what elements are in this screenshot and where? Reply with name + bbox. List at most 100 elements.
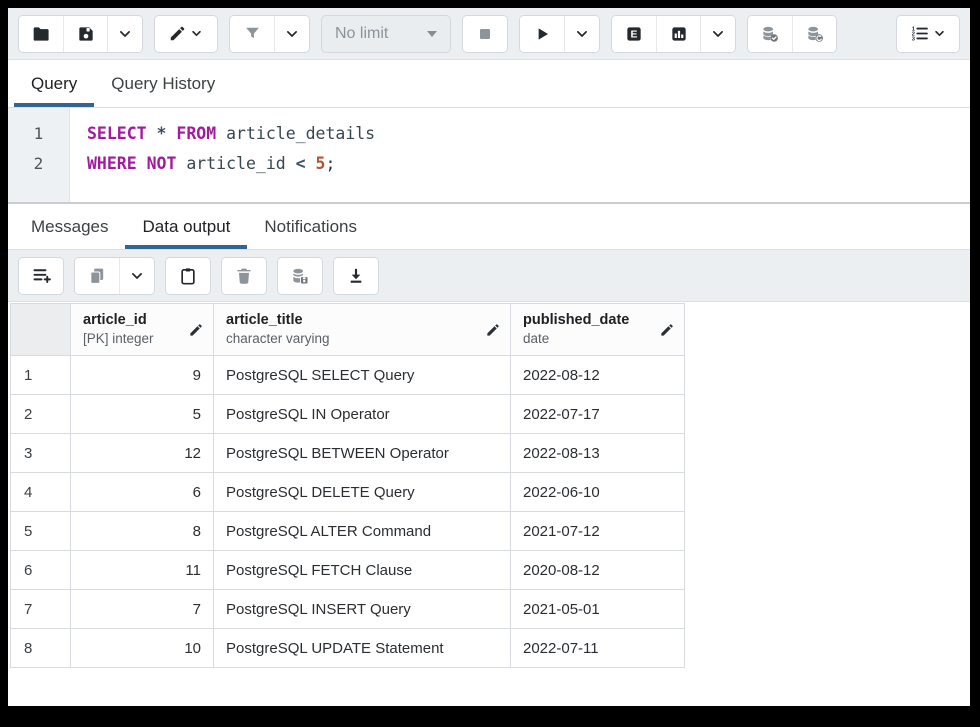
copy-options-dropdown[interactable]	[119, 257, 154, 294]
grid-cell-published_date[interactable]: 2022-08-13	[510, 433, 685, 473]
paste-button[interactable]	[166, 257, 210, 294]
grid-cell-published_date[interactable]: 2022-08-12	[510, 355, 685, 395]
row-number-cell[interactable]: 1	[10, 355, 71, 395]
svg-text:3: 3	[912, 36, 915, 42]
add-row-button[interactable]	[19, 257, 63, 294]
grid-cell-article_title[interactable]: PostgreSQL UPDATE Statement	[213, 628, 511, 668]
row-number-cell[interactable]: 2	[10, 394, 71, 434]
grid-cell-article_id[interactable]: 5	[70, 394, 214, 434]
grid-cell-article_title[interactable]: PostgreSQL ALTER Command	[213, 511, 511, 551]
tab-notifications-label: Notifications	[264, 216, 357, 236]
column-header-article_id[interactable]: article_id [PK] integer	[70, 303, 214, 356]
edit-icon	[168, 24, 187, 43]
tab-messages-label: Messages	[31, 216, 109, 236]
grid-cell-article_id[interactable]: 7	[70, 589, 214, 629]
explain-analyze-button[interactable]	[656, 15, 700, 52]
cancel-query-button[interactable]	[463, 15, 507, 52]
filter-options-dropdown[interactable]	[274, 15, 309, 52]
tab-query-history[interactable]: Query History	[94, 60, 232, 107]
grid-cell-article_title[interactable]: PostgreSQL DELETE Query	[213, 472, 511, 512]
explain-button-group: E	[611, 14, 736, 53]
editor-tabbar: Query Query History	[8, 60, 970, 108]
file-button-group	[18, 14, 143, 53]
copy-icon	[87, 266, 107, 286]
save-file-button[interactable]	[63, 15, 107, 52]
grid-cell-published_date[interactable]: 2022-07-17	[510, 394, 685, 434]
execute-options-dropdown[interactable]	[564, 15, 599, 52]
grid-cell-article_title[interactable]: PostgreSQL BETWEEN Operator	[213, 433, 511, 473]
table-row: 4 6 PostgreSQL DELETE Query 2022-06-10	[10, 472, 685, 512]
download-results-button[interactable]	[334, 257, 378, 294]
sql-code[interactable]: SELECT * FROM article_details WHERE NOT a…	[70, 108, 375, 202]
tab-notifications[interactable]: Notifications	[247, 204, 374, 249]
chevron-down-icon	[128, 267, 146, 285]
row-number-cell[interactable]: 6	[10, 550, 71, 590]
download-icon	[346, 266, 366, 286]
paste-group	[165, 256, 211, 295]
save-data-changes-button[interactable]	[278, 257, 322, 294]
row-number-cell[interactable]: 4	[10, 472, 71, 512]
caret-down-icon	[427, 30, 437, 37]
chevron-down-icon	[709, 25, 727, 43]
grid-cell-published_date[interactable]: 2021-07-12	[510, 511, 685, 551]
commit-button[interactable]	[748, 15, 792, 52]
grid-cell-article_title[interactable]: PostgreSQL INSERT Query	[213, 589, 511, 629]
row-number-cell[interactable]: 5	[10, 511, 71, 551]
grid-cell-article_id[interactable]: 9	[70, 355, 214, 395]
grid-cell-published_date[interactable]: 2022-07-11	[510, 628, 685, 668]
grid-cell-article_id[interactable]: 12	[70, 433, 214, 473]
grid-cell-published_date[interactable]: 2020-08-12	[510, 550, 685, 590]
filter-icon	[243, 24, 262, 43]
sql-editor[interactable]: 12 SELECT * FROM article_details WHERE NO…	[8, 108, 970, 202]
delete-group	[221, 256, 267, 295]
execute-button[interactable]	[520, 15, 564, 52]
copy-button[interactable]	[75, 257, 119, 294]
code-line: SELECT * FROM article_details	[87, 124, 376, 143]
edit-button[interactable]	[155, 15, 217, 52]
row-limit-select[interactable]: No limit	[321, 14, 451, 53]
grid-cell-article_id[interactable]: 6	[70, 472, 214, 512]
column-edit-icon[interactable]	[485, 322, 501, 338]
table-row: 1 9 PostgreSQL SELECT Query 2022-08-12	[10, 355, 685, 395]
tab-query[interactable]: Query	[14, 60, 95, 107]
line-number-gutter: 12	[8, 108, 70, 202]
rollback-button[interactable]	[792, 15, 836, 52]
tab-messages[interactable]: Messages	[14, 204, 125, 249]
column-edit-icon[interactable]	[188, 322, 204, 338]
explain-button[interactable]: E	[612, 15, 656, 52]
tab-data-output-label: Data output	[142, 216, 231, 236]
grid-cell-article_id[interactable]: 11	[70, 550, 214, 590]
grid-corner-cell[interactable]	[10, 303, 71, 356]
row-number-cell[interactable]: 7	[10, 589, 71, 629]
copy-group	[74, 256, 155, 295]
column-header-published_date[interactable]: published_date date	[510, 303, 685, 356]
grid-cell-published_date[interactable]: 2022-06-10	[510, 472, 685, 512]
row-number-cell[interactable]: 3	[10, 433, 71, 473]
table-row: 2 5 PostgreSQL IN Operator 2022-07-17	[10, 394, 685, 434]
open-file-button[interactable]	[19, 15, 63, 52]
add-row-group	[18, 256, 64, 295]
chevron-down-icon	[573, 25, 591, 43]
table-row: 5 8 PostgreSQL ALTER Command 2021-07-12	[10, 511, 685, 551]
macros-icon: 123	[909, 23, 930, 44]
explain-options-dropdown[interactable]	[700, 15, 735, 52]
grid-cell-article_id[interactable]: 10	[70, 628, 214, 668]
pgadmin-query-tool: No limit E 1 2 3 Query Query History 1 2…	[8, 8, 970, 706]
grid-cell-article_title[interactable]: PostgreSQL SELECT Query	[213, 355, 511, 395]
tab-data-output[interactable]: Data output	[125, 204, 248, 249]
play-icon	[532, 24, 552, 44]
column-edit-icon[interactable]	[659, 322, 675, 338]
table-row: 3 12 PostgreSQL BETWEEN Operator 2022-08-13	[10, 433, 685, 473]
grid-cell-article_title[interactable]: PostgreSQL IN Operator	[213, 394, 511, 434]
grid-cell-article_title[interactable]: PostgreSQL FETCH Clause	[213, 550, 511, 590]
delete-row-button[interactable]	[222, 257, 266, 294]
column-header-article_title[interactable]: article_title character varying	[213, 303, 511, 356]
grid-cell-article_id[interactable]: 8	[70, 511, 214, 551]
commit-icon	[760, 24, 780, 44]
grid-cell-published_date[interactable]: 2021-05-01	[510, 589, 685, 629]
row-number-cell[interactable]: 8	[10, 628, 71, 668]
filter-button[interactable]	[230, 15, 274, 52]
query-toolbar: No limit E 1 2 3	[8, 8, 970, 60]
save-options-dropdown[interactable]	[107, 15, 142, 52]
macros-button[interactable]: 123	[897, 15, 959, 52]
